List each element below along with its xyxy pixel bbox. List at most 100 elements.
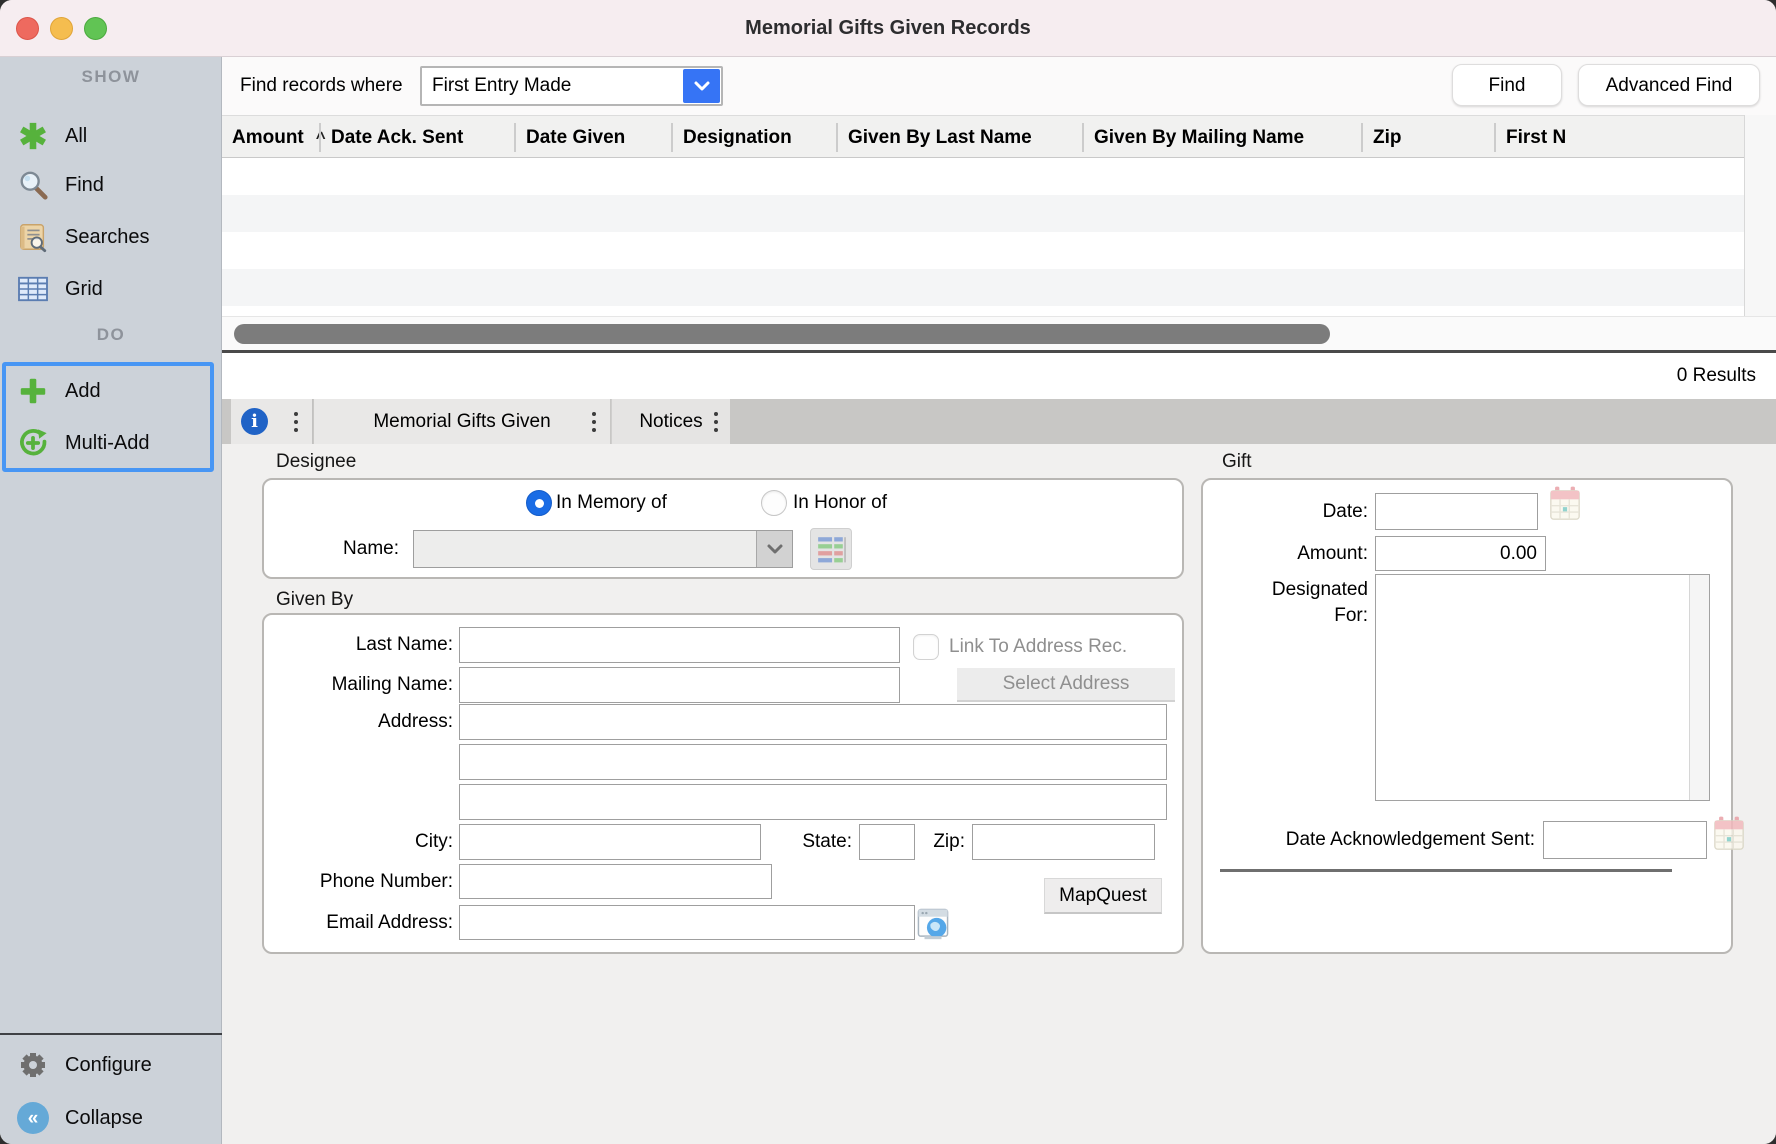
- column-divider: [836, 123, 838, 152]
- in-memory-radio[interactable]: [526, 490, 552, 516]
- tab-memorial-gifts-given[interactable]: Memorial Gifts Given: [314, 399, 610, 444]
- select-address-button[interactable]: Select Address: [957, 668, 1175, 702]
- table-list-icon: [816, 534, 846, 564]
- column-header-given-by-mailing-name[interactable]: Given By Mailing Name: [1094, 116, 1304, 159]
- gift-divider-line: [1220, 869, 1672, 872]
- last-name-label: Last Name:: [222, 627, 453, 663]
- tab-notices[interactable]: Notices: [611, 399, 730, 444]
- given-by-section-label: Given By: [276, 589, 353, 611]
- mapquest-button[interactable]: MapQuest: [1044, 878, 1162, 914]
- find-field-dropdown[interactable]: First Entry Made: [420, 66, 723, 106]
- window-title: Memorial Gifts Given Records: [0, 0, 1776, 57]
- designee-section-label: Designee: [276, 451, 356, 473]
- date-acknowledgement-sent-input[interactable]: [1543, 821, 1707, 859]
- designee-name-dropdown[interactable]: [413, 530, 793, 568]
- column-divider: [514, 123, 516, 152]
- gift-amount-input[interactable]: [1375, 536, 1546, 571]
- sidebar-item-grid[interactable]: Grid: [0, 263, 222, 315]
- info-tab-block[interactable]: i: [231, 399, 313, 444]
- sidebar-item-find[interactable]: Find: [0, 159, 222, 211]
- sidebar-item-searches[interactable]: Searches: [0, 211, 222, 263]
- table-row: [222, 195, 1776, 232]
- city-label: City:: [222, 824, 453, 860]
- column-header-given-by-last-name[interactable]: Given By Last Name: [848, 116, 1032, 159]
- column-header-designation[interactable]: Designation: [683, 116, 792, 159]
- city-input[interactable]: [459, 824, 761, 860]
- asterisk-icon: [16, 119, 50, 153]
- find-button[interactable]: Find: [1452, 64, 1562, 106]
- app-window: Memorial Gifts Given Records SHOW All Fi…: [0, 0, 1776, 1144]
- advanced-find-button[interactable]: Advanced Find: [1578, 64, 1760, 106]
- tab-menu-dots-icon[interactable]: [588, 408, 600, 436]
- info-icon[interactable]: i: [241, 408, 268, 435]
- sidebar-divider: [0, 1033, 222, 1035]
- column-header-zip[interactable]: Zip: [1373, 116, 1402, 159]
- grid-icon: [16, 272, 50, 306]
- sidebar-item-label: Searches: [65, 226, 150, 249]
- results-count: 0 Results: [1677, 353, 1756, 399]
- zip-input[interactable]: [972, 824, 1155, 860]
- sidebar-show-header: SHOW: [0, 67, 222, 87]
- address-line1-input[interactable]: [459, 704, 1167, 740]
- last-name-input[interactable]: [459, 627, 900, 663]
- designated-for-textarea[interactable]: [1376, 575, 1689, 800]
- sidebar-do-header: DO: [0, 325, 222, 345]
- designee-name-label: Name:: [249, 530, 399, 568]
- calendar-icon[interactable]: [1548, 486, 1582, 529]
- calendar-icon[interactable]: [1712, 816, 1746, 859]
- sidebar-item-label: Collapse: [65, 1107, 143, 1130]
- gift-section-label: Gift: [1222, 451, 1252, 473]
- email-address-input[interactable]: [459, 905, 915, 940]
- address-label: Address:: [222, 704, 453, 740]
- chevron-down-icon[interactable]: [683, 69, 720, 103]
- gift-date-label: Date:: [1218, 493, 1368, 530]
- sidebar-item-label: All: [65, 125, 87, 148]
- main-area: Find records where First Entry Made Find…: [222, 57, 1776, 1144]
- find-toolbar: Find records where First Entry Made Find…: [222, 57, 1776, 115]
- vertical-scrollbar-track[interactable]: [1744, 115, 1776, 350]
- horizontal-scrollbar-track[interactable]: [222, 316, 1776, 350]
- web-browser-icon[interactable]: [917, 907, 949, 946]
- table-row: [222, 269, 1776, 306]
- column-divider: [1494, 123, 1496, 152]
- column-divider: [1082, 123, 1084, 152]
- multi-add-icon: [16, 426, 50, 460]
- magnifier-icon: [16, 168, 50, 202]
- column-header-amount[interactable]: Amount^: [232, 116, 326, 159]
- sidebar-item-label: Grid: [65, 278, 103, 301]
- sidebar-item-multi-add[interactable]: Multi-Add: [0, 417, 222, 469]
- column-header-first-name[interactable]: First N: [1506, 116, 1566, 159]
- address-line3-input[interactable]: [459, 784, 1167, 820]
- sidebar-item-collapse[interactable]: « Collapse: [0, 1092, 222, 1144]
- chevron-down-icon[interactable]: [756, 531, 792, 567]
- zip-label: Zip:: [875, 824, 965, 860]
- column-header-date-given[interactable]: Date Given: [526, 116, 625, 159]
- gift-date-input[interactable]: [1375, 493, 1538, 530]
- column-header-date-ack-sent[interactable]: Date Ack. Sent: [331, 116, 463, 159]
- sidebar-item-label: Add: [65, 380, 101, 403]
- sidebar-item-label: Configure: [65, 1054, 152, 1077]
- mailing-name-label: Mailing Name:: [222, 667, 453, 703]
- tab-menu-dots-icon[interactable]: [710, 408, 722, 436]
- mailing-name-input[interactable]: [459, 667, 900, 703]
- sidebar-item-configure[interactable]: Configure: [0, 1039, 222, 1091]
- state-label: State:: [762, 824, 852, 860]
- link-to-address-checkbox[interactable]: [913, 634, 939, 660]
- horizontal-scrollbar-thumb[interactable]: [234, 324, 1330, 344]
- titlebar: Memorial Gifts Given Records: [0, 0, 1776, 57]
- column-divider: [671, 123, 673, 152]
- designated-for-label: Designated For:: [1218, 577, 1368, 629]
- plus-icon: [16, 374, 50, 408]
- in-honor-radio[interactable]: [761, 490, 787, 516]
- designated-for-field: [1375, 574, 1710, 801]
- address-line2-input[interactable]: [459, 744, 1167, 780]
- phone-number-input[interactable]: [459, 864, 772, 899]
- gear-icon: [16, 1048, 50, 1082]
- textarea-scrollbar-track[interactable]: [1689, 575, 1709, 800]
- sidebar-item-all[interactable]: All: [0, 110, 222, 162]
- tab-menu-dots-icon[interactable]: [290, 408, 302, 436]
- in-memory-label: In Memory of: [556, 490, 667, 516]
- sidebar-item-add[interactable]: Add: [0, 365, 222, 417]
- tab-label: Memorial Gifts Given: [373, 411, 550, 433]
- select-designee-table-button[interactable]: [810, 528, 852, 570]
